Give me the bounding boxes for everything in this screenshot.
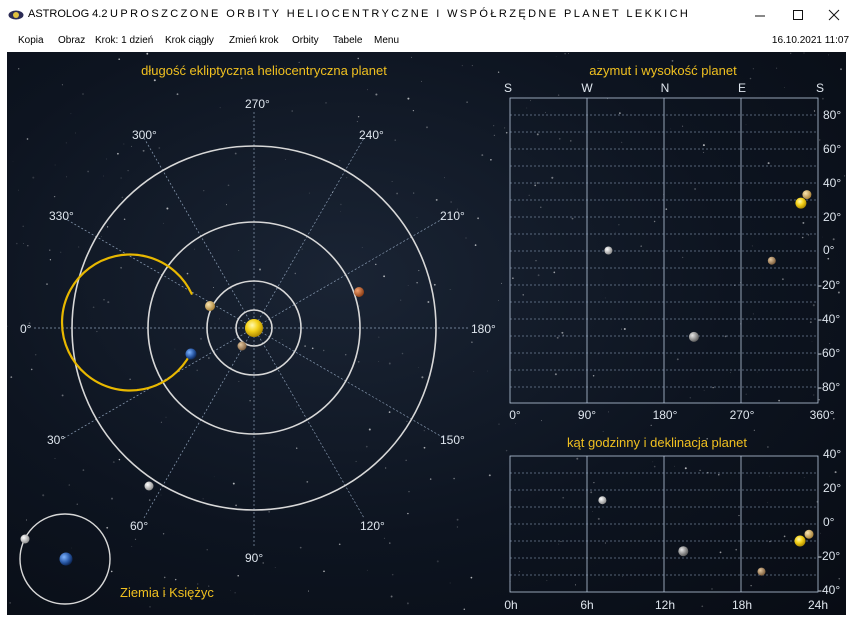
menu-menu[interactable]: Menu	[374, 35, 399, 46]
ha-x-label-24h: 24h	[808, 598, 828, 612]
azimuth-point-mercury	[688, 331, 699, 342]
hour-angle-point-moon	[598, 496, 607, 505]
ha-y-label-40: 40°	[823, 447, 841, 461]
angle-label-60: 60°	[130, 519, 148, 533]
menu-tabele[interactable]: Tabele	[333, 35, 362, 46]
dir-label-w: W	[581, 81, 593, 95]
menu-kopia[interactable]: Kopia	[18, 35, 44, 46]
hour-angle-grid	[509, 455, 819, 593]
orbit-earth	[60, 253, 194, 392]
menu-zmien-krok[interactable]: Zmień krok	[229, 35, 278, 46]
angle-label-180: 180°	[471, 322, 496, 336]
azimuth-grid	[509, 97, 819, 404]
astrolog-logo-icon	[8, 10, 24, 20]
window-title: UPROSZCZONE ORBITY HELIOCENTRYCZNE I WSP…	[110, 8, 691, 20]
hour-angle-point-mars	[757, 567, 766, 576]
dir-label-n: N	[661, 81, 670, 95]
angle-label-330: 330°	[49, 209, 74, 223]
maximize-button[interactable]	[780, 4, 816, 26]
angle-label-150: 150°	[440, 433, 465, 447]
angle-label-120: 120°	[360, 519, 385, 533]
earth-icon	[185, 348, 197, 360]
close-button[interactable]	[816, 4, 852, 26]
az-y-label-m20: -20°	[818, 278, 840, 292]
inset-earth-icon	[59, 552, 73, 566]
earth-moon-title: Ziemia i Księżyc	[120, 585, 214, 600]
ha-y-label-m20: -20°	[818, 549, 840, 563]
minimize-button[interactable]	[742, 4, 778, 26]
az-y-label-m40: -40°	[818, 312, 840, 326]
app-name: ASTROLOG 4.2	[28, 8, 108, 20]
menu-orbity[interactable]: Orbity	[292, 35, 319, 46]
azimuth-point-moon	[604, 246, 613, 255]
sun-icon	[245, 319, 263, 337]
az-y-label-m80: -80°	[818, 380, 840, 394]
angle-label-300: 300°	[132, 128, 157, 142]
az-y-label-0: 0°	[823, 243, 835, 257]
az-x-label-270: 270°	[730, 408, 755, 422]
datetime-display: 16.10.2021 11:07	[771, 35, 849, 46]
az-x-label-90: 90°	[578, 408, 596, 422]
mercury-icon	[237, 341, 247, 351]
az-y-label-80: 80°	[823, 108, 841, 122]
hour-angle-point-sun	[794, 535, 806, 547]
dir-label-e: E	[738, 81, 746, 95]
az-x-label-180: 180°	[653, 408, 678, 422]
azimuth-title: azymut i wysokość planet	[589, 63, 737, 78]
ha-x-label-18h: 18h	[732, 598, 752, 612]
maximize-icon	[793, 10, 803, 20]
heliocentric-panel: długość ekliptyczna heliocentryczna plan…	[20, 63, 496, 565]
ha-y-label-0: 0°	[823, 515, 835, 529]
title-bar: ASTROLOG 4.2 UPROSZCZONE ORBITY HELIOCEN…	[0, 0, 853, 30]
ha-x-label-6h: 6h	[580, 598, 593, 612]
heliocentric-title: długość ekliptyczna heliocentryczna plan…	[141, 63, 387, 78]
az-x-label-0: 0°	[509, 408, 521, 422]
menu-obraz[interactable]: Obraz	[58, 35, 85, 46]
az-y-label-m60: -60°	[818, 346, 840, 360]
angle-label-0: 0°	[20, 322, 32, 336]
angle-label-270: 270°	[245, 97, 270, 111]
dir-label-s2: S	[816, 81, 824, 95]
ha-x-label-12h: 12h	[655, 598, 675, 612]
menu-krok[interactable]: Krok: 1 dzień	[95, 35, 153, 46]
hour-angle-point-venus	[804, 529, 814, 539]
venus-icon	[205, 301, 215, 311]
az-y-label-40: 40°	[823, 176, 841, 190]
menu-bar: Kopia Obraz Krok: 1 dzień Krok ciągły Zm…	[0, 30, 853, 52]
dir-label-s1: S	[504, 81, 512, 95]
azimuth-point-mars	[767, 256, 776, 265]
hour-angle-points	[598, 496, 814, 576]
hour-angle-chart: kąt godzinny i deklinacja planet 0h 6h 1…	[504, 435, 841, 612]
angle-label-90: 90°	[245, 551, 263, 565]
minimize-icon	[755, 15, 765, 17]
astro-canvas: długość ekliptyczna heliocentryczna plan…	[7, 52, 846, 615]
azimuth-point-sun	[795, 197, 807, 209]
earth-moon-panel: Ziemia i Księżyc	[19, 513, 214, 605]
menu-krok-ciagly[interactable]: Krok ciągły	[165, 35, 214, 46]
hour-angle-title: kąt godzinny i deklinacja planet	[567, 435, 747, 450]
ha-y-label-20: 20°	[823, 481, 841, 495]
mars-icon	[354, 287, 364, 297]
az-y-label-20: 20°	[823, 210, 841, 224]
angle-label-30: 30°	[47, 433, 65, 447]
az-y-label-60: 60°	[823, 142, 841, 156]
ha-x-label-0h: 0h	[504, 598, 517, 612]
hour-angle-point-mercury	[678, 546, 689, 557]
angle-label-210: 210°	[440, 209, 465, 223]
inset-moon-icon	[20, 534, 30, 544]
planet-outer-icon	[144, 481, 154, 491]
ha-y-label-m40: -40°	[818, 583, 840, 597]
azimuth-chart: azymut i wysokość planet S W N E S 0° 90…	[504, 63, 841, 422]
close-icon	[828, 9, 840, 21]
az-x-label-360: 360°	[810, 408, 835, 422]
azimuth-point-venus	[802, 190, 812, 200]
angle-label-240: 240°	[359, 128, 384, 142]
